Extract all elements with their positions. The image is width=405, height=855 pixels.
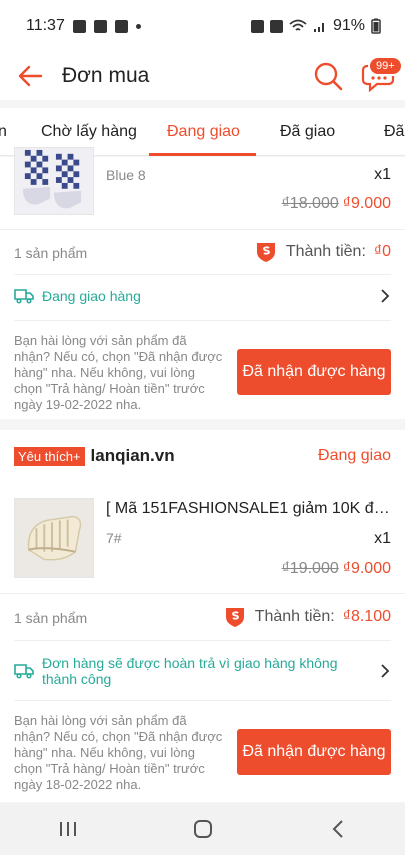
divider	[14, 640, 391, 641]
confirm-notice: Bạn hài lòng với sản phẩm đã nhận? Nếu c…	[14, 713, 223, 792]
recent-apps-button[interactable]	[48, 809, 88, 849]
signal-icon	[313, 23, 324, 32]
order-card: Blue 8 x1 ₫18.000 ₫9.000 1 sản phẩm Thành…	[0, 147, 405, 419]
product-variant: Blue 8	[106, 167, 146, 183]
system-back-button[interactable]	[318, 809, 358, 849]
back-button[interactable]	[10, 56, 50, 96]
search-icon[interactable]	[312, 60, 344, 92]
more-notifications-icon	[135, 23, 141, 29]
order-total: Thành tiền: ₫8.100	[223, 605, 391, 629]
item-count: 1 sản phẩm	[14, 245, 88, 261]
shipping-status-row[interactable]: Đang giao hàng	[14, 288, 391, 304]
sale-price: ₫9.000	[342, 560, 391, 577]
divider	[0, 593, 405, 594]
recent-apps-icon	[59, 822, 76, 836]
shopee-guarantee-icon	[225, 608, 244, 627]
app-notification-icon	[93, 19, 107, 33]
chevron-right-icon	[381, 664, 390, 678]
shop-header[interactable]: Yêu thích+ lanqian.vn Đang giao	[14, 446, 391, 466]
product-quantity: x1	[374, 530, 391, 547]
tab-dang-giao[interactable]: Đang giao	[167, 108, 240, 156]
image-icon	[114, 19, 128, 33]
status-bar: 11:37 91%	[0, 0, 405, 52]
item-count: 1 sản phẩm	[14, 610, 88, 626]
product-thumbnail[interactable]	[14, 498, 94, 578]
shopee-guarantee-icon	[256, 243, 275, 262]
delivery-truck-icon	[14, 664, 34, 679]
product-price: ₫18.000 ₫9.000	[282, 195, 391, 213]
total-label: Thành tiền:	[285, 243, 366, 260]
delivery-truck-icon	[14, 289, 34, 304]
tab-partial-right[interactable]: Đã	[384, 108, 404, 156]
home-button[interactable]	[183, 809, 223, 849]
shipping-status-row[interactable]: Đơn hàng sẽ được hoàn trả vì giao hàng k…	[14, 655, 391, 687]
order-received-button[interactable]: Đã nhận được hàng	[237, 729, 391, 775]
preferred-badge: Yêu thích+	[14, 446, 85, 466]
battery-icon	[371, 18, 381, 34]
gmail-icon	[72, 19, 86, 33]
active-tab-indicator	[149, 153, 256, 156]
shop-name: lanqian.vn	[90, 446, 175, 465]
original-price: ₫18.000	[281, 195, 339, 212]
order-total: Thành tiền: ₫0	[254, 240, 391, 264]
product-thumbnail[interactable]	[14, 147, 94, 215]
product-name[interactable]: [ Mã 151FASHIONSALE1 giảm 10K đơn...	[106, 500, 391, 518]
order-received-button[interactable]: Đã nhận được hàng	[237, 349, 391, 395]
original-price: ₫19.000	[281, 560, 339, 577]
product-variant: 7#	[106, 530, 122, 546]
back-arrow-icon	[18, 65, 43, 87]
product-price: ₫19.000 ₫9.000	[282, 560, 391, 578]
alarm-icon	[269, 19, 283, 33]
divider	[14, 320, 391, 321]
chevron-right-icon	[381, 289, 390, 303]
product-quantity: x1	[374, 166, 391, 183]
divider	[14, 274, 391, 275]
total-amount: ₫0	[373, 243, 391, 260]
order-card: Yêu thích+ lanqian.vn Đang giao [ Mã 151…	[0, 430, 405, 802]
home-icon	[193, 820, 212, 838]
total-amount: ₫8.100	[342, 608, 391, 625]
sale-price: ₫9.000	[342, 195, 391, 212]
tab-da-giao[interactable]: Đã giao	[280, 108, 335, 156]
shipping-status-text: Đang giao hàng	[42, 288, 141, 304]
system-back-icon	[332, 820, 343, 838]
app-header: Đơn mua	[0, 52, 405, 100]
chat-badge: 99+	[368, 56, 403, 76]
status-time: 11:37	[26, 17, 65, 34]
battery-level: 91%	[332, 17, 365, 34]
order-status: Đang giao	[318, 447, 391, 464]
tab-partial-left[interactable]: n	[0, 108, 7, 156]
divider	[0, 229, 405, 230]
lock-icon	[250, 19, 264, 33]
shipping-status-text: Đơn hàng sẽ được hoàn trả vì giao hàng k…	[42, 655, 338, 687]
wifi-icon	[289, 19, 307, 31]
total-label: Thành tiền:	[254, 608, 335, 625]
divider	[14, 700, 391, 701]
system-nav-bar	[0, 803, 405, 855]
page-title: Đơn mua	[62, 64, 150, 87]
confirm-notice: Bạn hài lòng với sản phẩm đã nhận? Nếu c…	[14, 333, 223, 412]
